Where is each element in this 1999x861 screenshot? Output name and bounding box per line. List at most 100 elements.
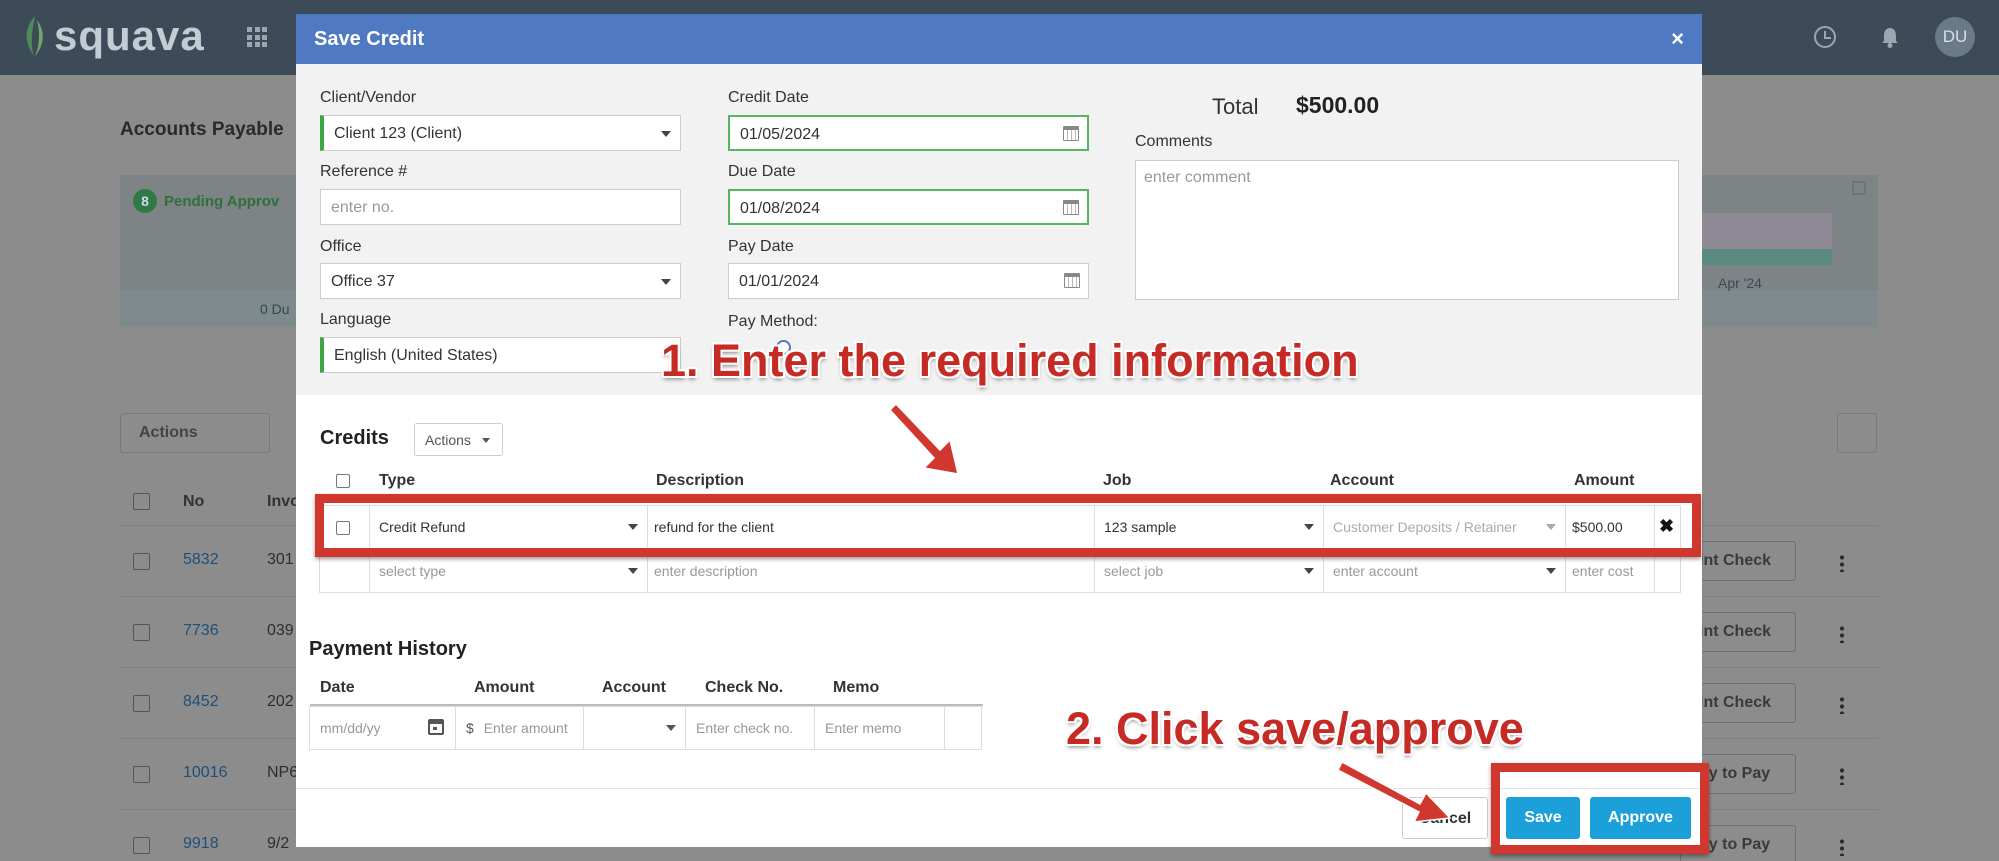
leaf-icon [26, 16, 43, 56]
credit-date-value: 01/05/2024 [740, 126, 821, 143]
pay-method-label: Pay Method: [728, 313, 818, 330]
close-icon[interactable]: × [1671, 26, 1684, 52]
reference-placeholder: enter no. [331, 199, 395, 216]
pending-count-badge: 8 [133, 189, 157, 213]
external-link-icon[interactable] [1852, 181, 1866, 195]
reference-input[interactable]: enter no. [320, 189, 681, 225]
actions-dropdown[interactable]: Actions [120, 413, 270, 453]
language-label: Language [320, 311, 392, 328]
account-placeholder: enter account [1333, 563, 1418, 579]
squava-logo[interactable]: squava [22, 12, 205, 60]
credits-title: Credits [320, 427, 389, 449]
bill-number-link[interactable]: 9918 [183, 835, 219, 853]
select-all-credits-checkbox[interactable] [336, 474, 350, 488]
office-value: Office 37 [331, 273, 395, 290]
bill-number-link[interactable]: 8452 [183, 693, 219, 711]
calendar-icon[interactable] [1063, 200, 1079, 215]
check-number-placeholder: Enter check no. [696, 720, 794, 736]
type-placeholder: select type [379, 563, 446, 579]
row-checkbox[interactable] [133, 837, 150, 854]
chevron-down-icon [1546, 568, 1556, 574]
comments-label: Comments [1135, 133, 1213, 150]
memo-input[interactable]: Enter memo [814, 707, 944, 749]
office-label: Office [320, 238, 362, 255]
language-value: English (United States) [334, 347, 498, 364]
row-checkbox[interactable] [133, 695, 150, 712]
due-date-input[interactable]: 01/08/2024 [728, 189, 1089, 225]
credit-date-input[interactable]: 01/05/2024 [728, 115, 1089, 151]
payment-history-title: Payment History [309, 638, 467, 660]
history-clock-icon[interactable] [1814, 26, 1836, 48]
step-1-annotation: 1. Enter the required information [661, 335, 1359, 386]
invoice-number: NP6 [267, 764, 299, 781]
apps-grid-icon[interactable] [247, 27, 267, 47]
pay-date-input[interactable]: 01/01/2024 [728, 263, 1089, 299]
modal-title: Save Credit [314, 28, 425, 50]
invoice-number: 9/2 [267, 835, 290, 852]
language-select[interactable]: English (United States) [320, 337, 681, 373]
column-header-description: Description [656, 472, 745, 489]
amount-placeholder: enter cost [1572, 563, 1634, 579]
calendar-icon[interactable] [1063, 126, 1079, 141]
user-avatar[interactable]: DU [1935, 17, 1975, 57]
job-placeholder: select job [1104, 563, 1164, 579]
payment-amount-input[interactable]: $ Enter amount [455, 707, 583, 749]
more-options-icon[interactable] [1840, 554, 1844, 572]
payment-date-input[interactable]: mm/dd/yy [310, 707, 455, 749]
chevron-down-icon [628, 568, 638, 574]
client-vendor-value: Client 123 (Client) [334, 125, 463, 142]
row-checkbox[interactable] [133, 624, 150, 641]
description-placeholder: enter description [654, 563, 758, 579]
due-date-value: 01/08/2024 [740, 200, 821, 217]
row-checkbox[interactable] [133, 553, 150, 570]
column-header-amount: Amount [1574, 472, 1635, 489]
invoice-number: 301 [267, 551, 294, 568]
calendar-icon[interactable] [428, 719, 444, 735]
cancel-button[interactable]: Cancel [1402, 797, 1488, 839]
currency-symbol: $ [466, 720, 474, 736]
calendar-icon[interactable] [1064, 273, 1080, 288]
highlight-credit-row [315, 494, 1701, 557]
payment-row: mm/dd/yy $ Enter amount Enter check no. … [309, 704, 983, 750]
payment-header-date: Date [320, 679, 355, 696]
filter-settings-icon[interactable] [1837, 413, 1877, 453]
pending-approval-status[interactable]: 8 Pending Approv [133, 189, 279, 213]
memo-placeholder: Enter memo [825, 720, 902, 736]
bill-number-link[interactable]: 7736 [183, 622, 219, 640]
client-vendor-label: Client/Vendor [320, 89, 417, 106]
invoice-number: 202 [267, 693, 294, 710]
chart-month-label: Apr '24 [1718, 275, 1762, 291]
bill-number-link[interactable]: 5832 [183, 551, 219, 569]
bell-icon[interactable] [1880, 26, 1900, 48]
comments-textarea[interactable]: enter comment [1135, 160, 1679, 300]
payment-header-check-no: Check No. [705, 679, 784, 696]
column-header-account: Account [1330, 472, 1394, 489]
total-value: $500.00 [1296, 92, 1380, 118]
payment-date-placeholder: mm/dd/yy [320, 720, 381, 736]
row-checkbox[interactable] [133, 766, 150, 783]
total-label: Total [1212, 94, 1259, 119]
payment-amount-placeholder: Enter amount [483, 720, 568, 736]
highlight-save-approve [1491, 763, 1709, 854]
check-number-input[interactable]: Enter check no. [685, 707, 814, 749]
column-header-type: Type [379, 472, 416, 489]
payment-account-select[interactable] [583, 707, 685, 749]
modal-header: Save Credit × [296, 14, 1702, 64]
credit-date-label: Credit Date [728, 89, 809, 106]
column-header-no: No [183, 493, 205, 510]
more-options-icon[interactable] [1840, 767, 1844, 785]
page-title: Accounts Payable [120, 119, 284, 140]
more-options-icon[interactable] [1840, 696, 1844, 714]
office-select[interactable]: Office 37 [320, 263, 681, 299]
summary-chart [1702, 213, 1832, 265]
client-vendor-select[interactable]: Client 123 (Client) [320, 115, 681, 151]
more-options-icon[interactable] [1840, 625, 1844, 643]
more-options-icon[interactable] [1840, 838, 1844, 856]
select-all-checkbox[interactable] [133, 493, 150, 510]
payment-header-account: Account [602, 679, 666, 696]
bill-number-link[interactable]: 10016 [183, 764, 228, 782]
logo-text: squava [54, 12, 205, 59]
credits-actions-dropdown[interactable]: Actions [414, 423, 503, 456]
chevron-down-icon [661, 279, 671, 285]
chevron-down-icon [661, 131, 671, 137]
